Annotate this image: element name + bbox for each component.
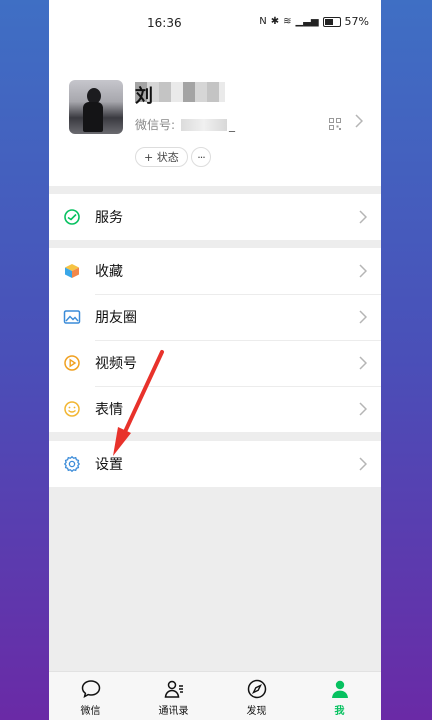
moments-photo-icon	[63, 310, 81, 324]
menu-item-stickers[interactable]: 表情	[49, 386, 381, 432]
tab-discover[interactable]: 发现	[215, 672, 298, 720]
add-status-button[interactable]: + 状态	[135, 147, 188, 167]
chevron-right-icon	[359, 264, 367, 278]
menu-label-moments: 朋友圈	[95, 310, 137, 326]
nfc-icon: N	[259, 16, 267, 27]
menu-label-services: 服务	[95, 210, 123, 226]
menu-label-settings: 设置	[95, 457, 123, 473]
tab-label-contacts: 通讯录	[158, 706, 189, 717]
menu-item-moments[interactable]: 朋友圈	[49, 294, 381, 340]
tab-chats[interactable]: 微信	[49, 672, 132, 720]
menu-item-settings[interactable]: 设置	[49, 441, 381, 487]
chevron-right-icon	[355, 114, 363, 128]
tab-label-me: 我	[334, 706, 345, 717]
chat-bubble-icon	[81, 680, 100, 698]
wechat-id-mosaic	[181, 118, 228, 131]
chevron-right-icon	[359, 356, 367, 370]
group-content: 收藏 朋友圈 视频号 表情	[49, 248, 381, 432]
more-button[interactable]: ···	[191, 147, 211, 167]
avatar[interactable]	[69, 80, 123, 134]
chevron-right-icon	[359, 210, 367, 224]
menu-item-favorites[interactable]: 收藏	[49, 248, 381, 294]
contacts-icon	[164, 680, 183, 698]
battery-percent: 57%	[344, 15, 369, 28]
stickers-smile-icon	[64, 401, 80, 417]
menu-label-favorites: 收藏	[95, 264, 123, 280]
status-bar: 16:36 N ✱ ≋ ▁▃▅ 57%	[49, 0, 381, 46]
signal-icon: ▁▃▅	[295, 16, 319, 27]
compass-icon	[247, 679, 266, 699]
chevron-right-icon	[359, 402, 367, 416]
wechat-id-label: 微信号:	[135, 118, 176, 132]
phone-screen: 16:36 N ✱ ≋ ▁▃▅ 57% 刘 微信号: _ + 状态 ··· 服务…	[49, 0, 381, 720]
bluetooth-icon: ✱	[270, 16, 280, 27]
group-settings: 设置	[49, 441, 381, 487]
tab-label-chats: 微信	[80, 706, 101, 717]
menu-label-stickers: 表情	[95, 402, 123, 418]
favorites-cube-icon	[65, 264, 79, 278]
tab-contacts[interactable]: 通讯录	[132, 672, 215, 720]
profile-name: 刘	[135, 86, 153, 107]
more-button-label: ···	[197, 150, 205, 164]
bottom-tab-bar: 微信 通讯录 发现 我	[49, 671, 381, 720]
settings-gear-icon	[63, 455, 81, 473]
menu-item-services[interactable]: 服务	[49, 194, 381, 240]
status-time: 16:36	[147, 16, 182, 30]
menu-item-channels[interactable]: 视频号	[49, 340, 381, 386]
wechat-id-suffix: _	[229, 117, 236, 132]
group-services: 服务	[49, 194, 381, 240]
add-status-label: + 状态	[144, 151, 179, 164]
menu-label-channels: 视频号	[95, 356, 137, 372]
status-icons: N ✱ ≋ ▁▃▅ 57%	[259, 15, 369, 28]
profile-card[interactable]: 刘 微信号: _ + 状态 ···	[49, 46, 381, 186]
services-icon	[64, 209, 80, 225]
qr-code-icon[interactable]	[329, 118, 341, 130]
chevron-right-icon	[359, 310, 367, 324]
battery-icon	[322, 16, 341, 27]
channels-play-icon	[64, 355, 80, 371]
tab-me[interactable]: 我	[298, 672, 381, 720]
wechat-id-row: 微信号: _	[135, 116, 235, 133]
wifi-icon: ≋	[283, 16, 292, 27]
tab-label-discover: 发现	[246, 706, 267, 717]
person-icon	[331, 680, 348, 698]
chevron-right-icon	[359, 457, 367, 471]
avatar-body	[83, 102, 103, 132]
